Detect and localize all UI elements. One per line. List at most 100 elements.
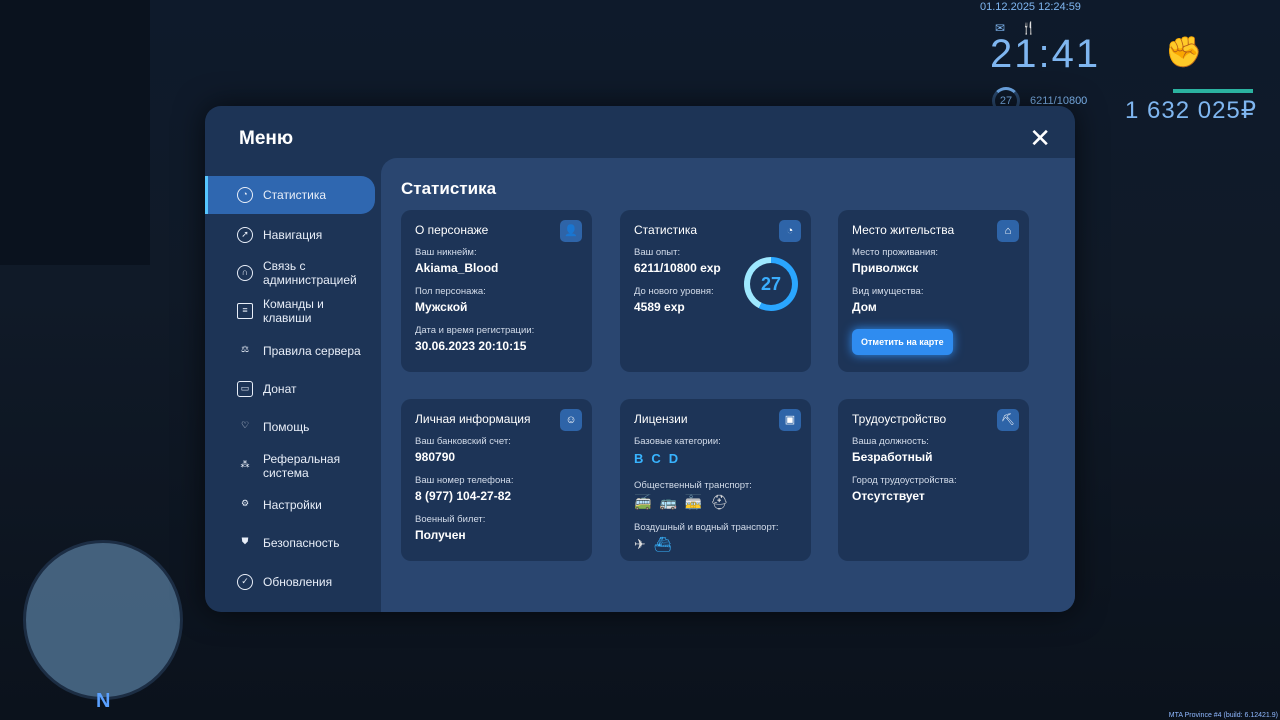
card-title: Трудоустройство <box>852 412 947 426</box>
money: 1 632 025₽ <box>1125 97 1258 124</box>
place-value: Приволжск <box>852 261 919 275</box>
public-transport-label: Общественный транспорт: <box>634 480 752 491</box>
smile-icon: ☺ <box>560 409 582 431</box>
card-character: О персонаже 👤 Ваш никнейм: Akiama_Blood … <box>401 210 592 372</box>
tram-icon: 🚋 <box>684 494 703 510</box>
registration-label: Дата и время регистрации: <box>415 325 535 336</box>
card-job: Трудоустройство ⛏ Ваша должность: Безраб… <box>838 399 1029 561</box>
sidebar-item-commands[interactable]: ≡ Команды и клавиши <box>205 296 375 326</box>
phone-value: 8 (977) 104-27-82 <box>415 489 512 503</box>
heart-hands-icon: ♡ <box>240 420 250 430</box>
pickaxe-icon: ⛏ <box>997 409 1019 431</box>
categories: BCD <box>634 450 797 468</box>
document-icon: ≡ <box>237 303 253 319</box>
sidebar-item-settings[interactable]: ⚙ Настройки <box>205 494 375 516</box>
health-bar <box>1173 89 1253 93</box>
content-area: Статистика О персонаже 👤 Ваш никнейм: Ak… <box>381 158 1075 612</box>
background-building <box>0 0 150 265</box>
sidebar-item-label: Донат <box>263 382 297 396</box>
sidebar-item-label: Связь с администрацией <box>263 259 357 287</box>
build-info: MTA Province #4 (build: 6.12421.9) <box>1168 712 1278 719</box>
card-residence: Место жительства ⌂ Место проживания: При… <box>838 210 1029 372</box>
military-value: Получен <box>415 528 466 542</box>
position-label: Ваша должность: <box>852 436 929 447</box>
card-licenses: Лицензии ▣ Базовые категории: BCD Общест… <box>620 399 811 561</box>
sidebar-item-label: Правила сервера <box>263 344 361 358</box>
place-label: Место проживания: <box>852 247 939 258</box>
basic-categories-label: Базовые категории: <box>634 436 721 447</box>
sidebar-item-security[interactable]: ⛊ Безопасность <box>205 532 375 554</box>
sidebar-item-contact-admin[interactable]: ∩ Связь с администрацией <box>205 258 375 288</box>
menu-title: Меню <box>239 128 294 149</box>
category-d: D <box>668 451 679 466</box>
registration-value: 30.06.2023 20:10:15 <box>415 339 527 353</box>
sidebar-item-updates[interactable]: ✓ Обновления <box>205 571 375 593</box>
menu-panel: Меню ✕ ◔ Статистика ➚ Навигация ∩ Связь с а… <box>205 106 1075 612</box>
wallet-icon: ▭ <box>237 381 253 397</box>
sidebar-item-label: Реферальная система <box>263 452 341 480</box>
pie-chart-icon: ◔ <box>237 187 253 203</box>
headset-icon: ∩ <box>237 265 253 281</box>
gender-label: Пол персонажа: <box>415 286 486 297</box>
card-stats: Статистика ◔ Ваш опыт: 6211/10800 exp До… <box>620 210 811 372</box>
level-number: 27 <box>750 263 792 305</box>
user-icon: 👤 <box>560 220 582 242</box>
card-title: Личная информация <box>415 412 531 426</box>
sidebar-item-label: Обновления <box>263 575 333 589</box>
sidebar-item-rules[interactable]: ⚖ Правила сервера <box>205 340 375 362</box>
position-value: Безработный <box>852 450 933 464</box>
bus-icon: 🚌 <box>659 494 677 510</box>
north-indicator: N <box>96 690 111 712</box>
plane-icon: ✈ <box>634 536 646 552</box>
compass-icon: ➚ <box>237 227 253 243</box>
nickname-value: Akiama_Blood <box>415 261 499 275</box>
check-circle-icon: ✓ <box>237 574 253 590</box>
job-city-label: Город трудоустройства: <box>852 475 957 486</box>
sidebar-item-label: Безопасность <box>263 536 340 550</box>
datetime: 01.12.2025 12:24:59 <box>980 1 1081 13</box>
house-icon: ⌂ <box>997 220 1019 242</box>
sidebar-item-navigation[interactable]: ➚ Навигация <box>205 224 375 246</box>
sidebar-item-donate[interactable]: ▭ Донат <box>205 378 375 400</box>
gender-value: Мужской <box>415 300 468 314</box>
nickname-label: Ваш никнейм: <box>415 247 477 258</box>
id-card-icon: ▣ <box>779 409 801 431</box>
game-clock: 21:41 <box>990 32 1101 76</box>
conductor-cap-icon: ⛑ <box>710 494 729 510</box>
sidebar-item-help[interactable]: ♡ Помощь <box>205 416 375 438</box>
phone-label: Ваш номер телефона: <box>415 475 514 486</box>
bank-value: 980790 <box>415 450 456 464</box>
close-icon[interactable]: ✕ <box>1029 125 1051 151</box>
card-title: О персонаже <box>415 223 489 237</box>
sidebar-item-label: Команды и клавиши <box>263 297 324 325</box>
sidebar-item-label: Настройки <box>263 498 322 512</box>
card-title: Лицензии <box>634 412 688 426</box>
card-personal: Личная информация ☺ Ваш банковский счет:… <box>401 399 592 561</box>
sidebar-item-label: Навигация <box>263 228 323 242</box>
level-progress-ring: 27 <box>744 257 798 311</box>
card-title: Место жительства <box>852 223 955 237</box>
card-title: Статистика <box>634 223 698 237</box>
air-water-transport-label: Воздушный и водный транспорт: <box>634 522 779 533</box>
sidebar-item-statistics[interactable]: ◔ Статистика <box>205 176 375 214</box>
minimap[interactable] <box>23 540 183 700</box>
category-c: C <box>651 451 661 466</box>
mark-on-map-button[interactable]: Отметить на карте <box>852 329 953 355</box>
sidebar-item-label: Помощь <box>263 420 310 434</box>
pie-chart-icon: ◔ <box>779 220 801 242</box>
gear-icon: ⚙ <box>240 498 250 508</box>
network-icon: ⁂ <box>240 459 250 469</box>
shield-icon: ⛊ <box>241 536 249 546</box>
fist-icon: ✊ <box>1165 36 1203 69</box>
bank-label: Ваш банковский счет: <box>415 436 511 447</box>
category-b: B <box>634 451 644 466</box>
job-city-value: Отсутствует <box>852 489 925 503</box>
trolleybus-icon: 🚎 <box>634 494 652 510</box>
scales-icon: ⚖ <box>240 344 250 354</box>
property-value: Дом <box>852 300 877 314</box>
ship-icon: ⛴ <box>653 536 672 552</box>
sidebar-item-label: Статистика <box>263 188 327 202</box>
property-label: Вид имущества: <box>852 286 924 297</box>
military-label: Военный билет: <box>415 514 486 525</box>
sidebar-item-referral[interactable]: ⁂ Реферальная система <box>205 451 375 481</box>
